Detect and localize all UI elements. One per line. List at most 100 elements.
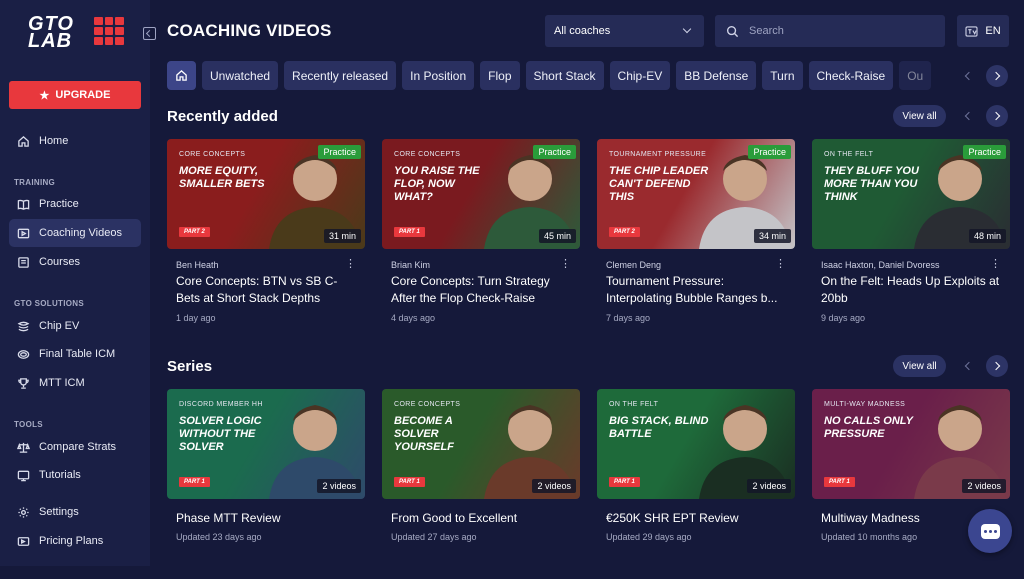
sidebar-item-pricing-plans[interactable]: Pricing Plans [9, 527, 141, 555]
thumbnail-title: THEY BLUFF YOU MORE THAN YOU THINK [824, 165, 919, 203]
sidebar-item-courses[interactable]: Courses [9, 248, 141, 276]
section-heading-training: TRAINING [14, 178, 56, 187]
thumbnail[interactable]: TOURNAMENT PRESSURE THE CHIP LEADER CAN'T… [597, 139, 795, 249]
duration-badge: 45 min [538, 229, 576, 243]
thumbnail[interactable]: MULTI-WAY MADNESS NO CALLS ONLY PRESSURE P… [812, 389, 1010, 499]
chevron-right-icon [991, 111, 1001, 121]
courses-icon [18, 256, 29, 268]
chip-unwatched[interactable]: Unwatched [202, 61, 279, 90]
series-title[interactable]: €250K SHR EPT Review [606, 511, 739, 525]
updated-time: Updated 29 days ago [606, 532, 692, 542]
chip-home[interactable] [167, 61, 196, 90]
thumbnail-title: SOLVER LOGIC WITHOUT THE SOLVER [179, 415, 262, 453]
series-title[interactable]: From Good to Excellent [391, 511, 517, 525]
section-heading-tools: TOOLS [14, 420, 43, 429]
sidebar-item-mtt-icm[interactable]: MTT ICM [9, 369, 141, 397]
thumbnail[interactable]: ON THE FELT BIG STACK, BLIND BATTLE PART 1… [597, 389, 795, 499]
sidebar-item-compare-strats[interactable]: Compare Strats [9, 433, 141, 461]
search-input[interactable] [749, 25, 929, 37]
more-options-icon[interactable]: ⋮ [345, 257, 356, 270]
coach-name: Clemen Deng [606, 260, 662, 270]
thumbnail[interactable]: CORE CONCEPTS YOU RAISE THE FLOP, NOW WHA… [382, 139, 580, 249]
series-view-all[interactable]: View all [893, 355, 946, 377]
series-title[interactable]: Phase MTT Review [176, 511, 280, 525]
chip-check-raise[interactable]: Check-Raise [808, 61, 894, 90]
chevron-left-icon [964, 361, 974, 371]
search-box[interactable] [715, 15, 945, 47]
posted-time: 9 days ago [821, 313, 866, 323]
practice-badge: Practice [318, 145, 361, 159]
thumbnail[interactable]: CORE CONCEPTS BECOME A SOLVER YOURSELF PAR… [382, 389, 580, 499]
sidebar-item-coaching-videos[interactable]: Coaching Videos [9, 219, 141, 247]
video-icon [17, 228, 30, 238]
chip-flop[interactable]: Flop [480, 61, 520, 90]
thumbnail-title: BECOME A SOLVER YOURSELF [394, 415, 454, 453]
more-options-icon[interactable]: ⋮ [990, 257, 1001, 270]
practice-badge: Practice [963, 145, 1006, 159]
video-card[interactable]: CORE CONCEPTS MORE EQUITY, SMALLER BETS PA… [167, 139, 365, 329]
chips-next-button[interactable] [986, 65, 1008, 87]
series-title[interactable]: Multiway Madness [821, 511, 920, 525]
collapse-sidebar-button[interactable] [143, 27, 156, 40]
duration-badge: 31 min [323, 229, 361, 243]
thumbnail-title: THE CHIP LEADER CAN'T DEFEND THIS [609, 165, 709, 203]
more-options-icon[interactable]: ⋮ [560, 257, 571, 270]
sidebar-item-chip-ev[interactable]: Chip EV [9, 312, 141, 340]
part-badge: PART 1 [179, 477, 210, 487]
thumbnail-title: MORE EQUITY, SMALLER BETS [179, 165, 265, 190]
video-card[interactable]: CORE CONCEPTS YOU RAISE THE FLOP, NOW WHA… [382, 139, 580, 329]
chip-in-position[interactable]: In Position [402, 61, 475, 90]
sidebar-item-tutorials[interactable]: Tutorials [9, 461, 141, 489]
chips-prev-button[interactable] [957, 65, 979, 87]
upgrade-button[interactable]: ★ UPGRADE [9, 81, 141, 109]
video-card[interactable]: ON THE FELT THEY BLUFF YOU MORE THAN YOU … [812, 139, 1010, 329]
chip-recently-released[interactable]: Recently released [284, 61, 397, 90]
card-icon [17, 536, 30, 546]
thumbnail-category: ON THE FELT [609, 401, 659, 408]
series-card[interactable]: DISCORD MEMBER HH SOLVER LOGIC WITHOUT TH… [167, 389, 365, 579]
video-title[interactable]: Core Concepts: Turn Strategy After the F… [391, 273, 574, 307]
section-title-series: Series [167, 358, 213, 375]
sidebar-item-home[interactable]: Home [9, 127, 141, 155]
coach-select[interactable]: All coaches [545, 15, 704, 47]
part-badge: PART 1 [824, 477, 855, 487]
video-title[interactable]: Core Concepts: BTN vs SB C-Bets at Short… [176, 273, 359, 307]
chip-bb-defense[interactable]: BB Defense [676, 61, 757, 90]
coach-name: Ben Heath [176, 260, 219, 270]
series-prev-button[interactable] [957, 355, 979, 377]
posted-time: 7 days ago [606, 313, 651, 323]
chip-short-stack[interactable]: Short Stack [525, 61, 604, 90]
language-button[interactable]: EN [957, 15, 1009, 47]
video-title[interactable]: On the Felt: Heads Up Exploits at 20bb [821, 273, 1004, 307]
sidebar: GTO LAB ★ UPGRADE Home TRAINING Practice … [0, 0, 150, 566]
thumbnail[interactable]: ON THE FELT THEY BLUFF YOU MORE THAN YOU … [812, 139, 1010, 249]
sidebar-item-settings[interactable]: Settings [9, 498, 141, 526]
scale-icon [17, 442, 30, 453]
recently-added-next-button[interactable] [986, 105, 1008, 127]
sidebar-item-practice[interactable]: Practice [9, 190, 141, 218]
recently-added-view-all[interactable]: View all [893, 105, 946, 127]
sidebar-item-final-table-icm[interactable]: Final Table ICM [9, 340, 141, 368]
part-badge: PART 1 [394, 227, 425, 237]
duration-badge: 48 min [968, 229, 1006, 243]
chevron-left-icon [964, 71, 974, 81]
thumbnail[interactable]: DISCORD MEMBER HH SOLVER LOGIC WITHOUT TH… [167, 389, 365, 499]
thumbnail[interactable]: CORE CONCEPTS MORE EQUITY, SMALLER BETS PA… [167, 139, 365, 249]
chat-button[interactable] [968, 509, 1012, 553]
series-card[interactable]: ON THE FELT BIG STACK, BLIND BATTLE PART 1… [597, 389, 795, 579]
chip-turn[interactable]: Turn [762, 61, 803, 90]
chevron-right-icon [991, 361, 1001, 371]
chip-overflow[interactable]: Ou [899, 61, 932, 90]
gto-lab-logo[interactable]: GTO LAB [28, 14, 124, 54]
duration-badge: 34 min [753, 229, 791, 243]
series-card[interactable]: CORE CONCEPTS BECOME A SOLVER YOURSELF PAR… [382, 389, 580, 579]
chip-chip-ev[interactable]: Chip-EV [609, 61, 671, 90]
video-title[interactable]: Tournament Pressure: Interpolating Bubbl… [606, 273, 789, 307]
thumbnail-category: TOURNAMENT PRESSURE [609, 151, 707, 158]
thumbnail-title: BIG STACK, BLIND BATTLE [609, 415, 709, 440]
star-icon: ★ [39, 89, 50, 102]
more-options-icon[interactable]: ⋮ [775, 257, 786, 270]
video-card[interactable]: TOURNAMENT PRESSURE THE CHIP LEADER CAN'T… [597, 139, 795, 329]
series-next-button[interactable] [986, 355, 1008, 377]
recently-added-prev-button[interactable] [957, 105, 979, 127]
